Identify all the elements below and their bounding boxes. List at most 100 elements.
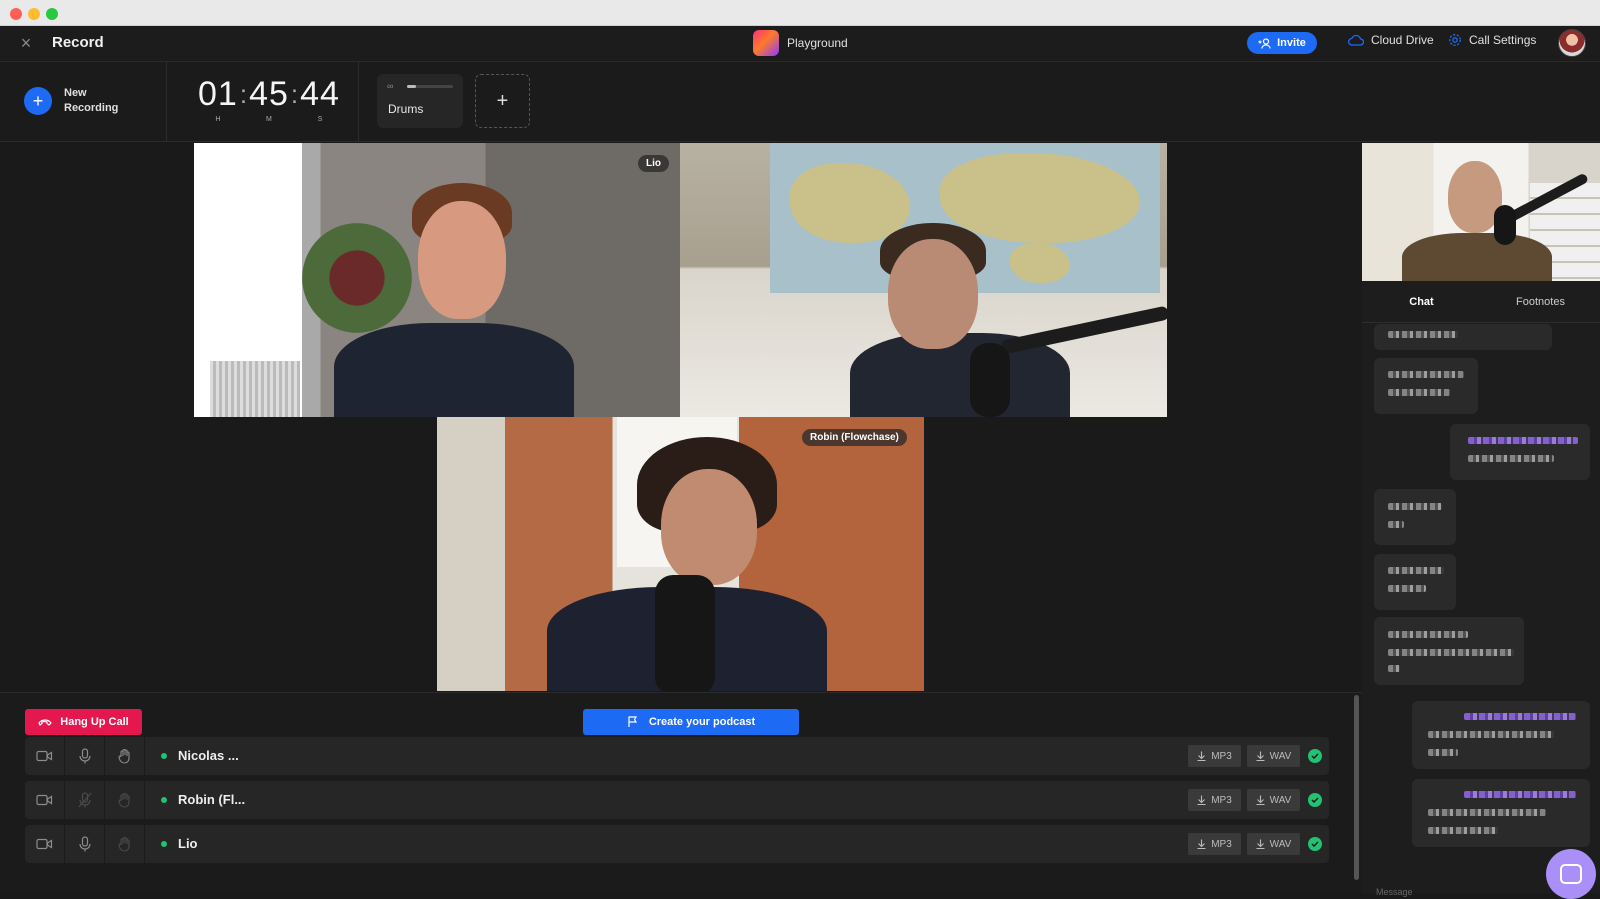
chat-message-own: [1412, 701, 1590, 769]
participant-name: Robin (Fl...: [178, 792, 246, 807]
download-icon: [1197, 751, 1206, 761]
side-tabs: Chat Footnotes: [1362, 281, 1600, 323]
camera-icon: [36, 794, 53, 806]
status-dot: [161, 753, 167, 759]
camera-icon: [36, 838, 53, 850]
microphone-muted-icon: [78, 792, 91, 808]
raise-hand-toggle[interactable]: [105, 737, 145, 775]
camera-toggle[interactable]: [25, 781, 65, 819]
recording-bar: + New Recording 01 H : 45 M : 44 S ∞ Dru…: [0, 62, 1600, 142]
camera-toggle[interactable]: [25, 825, 65, 863]
chat-bubble-icon: [1560, 864, 1582, 884]
video-tile-robin: Robin (Flowchase): [437, 417, 924, 691]
track-level-bar: [407, 85, 453, 88]
timer-seconds: 44 S: [300, 76, 340, 123]
mp3-label: MP3: [1211, 750, 1232, 762]
chat-message: [1374, 489, 1456, 545]
divider: [358, 62, 359, 142]
timer-minutes-label: M: [266, 116, 272, 123]
microphone: [655, 575, 715, 691]
raise-hand-toggle[interactable]: [105, 825, 145, 863]
redacted-text: [1428, 827, 1498, 834]
add-track-button[interactable]: +: [475, 74, 530, 128]
participant-name: Lio: [178, 836, 198, 851]
mp3-label: MP3: [1211, 838, 1232, 850]
redacted-text: [1388, 585, 1426, 592]
person-head: [661, 469, 757, 585]
window-title-bar: [0, 0, 1600, 26]
redacted-text: [1388, 521, 1404, 528]
redacted-text: [1388, 631, 1468, 638]
close-icon[interactable]: ×: [16, 33, 36, 53]
hand-icon: [117, 792, 130, 808]
microphone: [1494, 205, 1516, 245]
call-settings-label: Call Settings: [1469, 33, 1537, 47]
person-head: [418, 201, 506, 319]
timer-hours: 01 H: [198, 76, 238, 123]
recording-timer: 01 H : 45 M : 44 S: [198, 76, 340, 123]
message-input[interactable]: Message: [1376, 887, 1413, 897]
hang-up-label: Hang Up Call: [60, 716, 129, 728]
window-zoom-dot[interactable]: [46, 8, 58, 20]
download-mp3-button[interactable]: MP3: [1188, 833, 1241, 855]
hand-icon: [117, 748, 130, 764]
redacted-text: [1464, 713, 1576, 720]
mic-toggle[interactable]: [65, 781, 105, 819]
page-title: Record: [52, 34, 104, 51]
redacted-text: [1388, 371, 1464, 378]
cloud-drive-link[interactable]: Cloud Drive: [1348, 33, 1434, 47]
download-mp3-button[interactable]: MP3: [1188, 789, 1241, 811]
download-icon: [1197, 795, 1206, 805]
new-recording-button[interactable]: + New Recording: [24, 86, 124, 116]
invite-label: Invite: [1277, 37, 1306, 49]
chat-message-own: [1412, 779, 1590, 847]
tab-footnotes[interactable]: Footnotes: [1481, 281, 1600, 322]
mp3-label: MP3: [1211, 794, 1232, 806]
timer-seconds-value: 44: [300, 75, 340, 113]
camera-icon: [36, 750, 53, 762]
download-wav-button[interactable]: WAV: [1247, 745, 1300, 767]
redacted-text: [1468, 455, 1554, 462]
download-icon: [1256, 751, 1265, 761]
participant-row: Lio MP3 WAV: [25, 825, 1329, 863]
timer-minutes: 45 M: [249, 76, 289, 123]
scrollbar[interactable]: [1354, 695, 1359, 880]
chat-message: [1374, 324, 1552, 350]
status-dot: [161, 841, 167, 847]
radiator: [210, 361, 300, 417]
microphone-icon: [78, 748, 91, 764]
name-tag-robin: Robin (Flowchase): [802, 429, 907, 446]
chat-message-own: [1450, 424, 1590, 480]
redacted-text: [1428, 749, 1458, 756]
check-icon: [1308, 749, 1322, 763]
download-icon: [1256, 839, 1265, 849]
invite-button[interactable]: Invite: [1247, 32, 1317, 54]
tab-chat[interactable]: Chat: [1362, 281, 1481, 322]
call-settings-link[interactable]: Call Settings: [1448, 33, 1536, 47]
download-wav-button[interactable]: WAV: [1247, 833, 1300, 855]
create-podcast-label: Create your podcast: [648, 716, 756, 728]
timer-minutes-value: 45: [249, 75, 289, 113]
window-close-dot[interactable]: [10, 8, 22, 20]
person-head: [888, 239, 978, 349]
chat-panel: Chat Footnotes Message: [1362, 281, 1600, 897]
camera-toggle[interactable]: [25, 737, 65, 775]
mic-toggle[interactable]: [65, 737, 105, 775]
mic-toggle[interactable]: [65, 825, 105, 863]
workspace-logo-icon: [753, 30, 779, 56]
workspace-switcher[interactable]: Playground: [753, 29, 848, 57]
help-chat-button[interactable]: [1546, 849, 1596, 899]
download-mp3-button[interactable]: MP3: [1188, 745, 1241, 767]
plus-icon: +: [24, 87, 52, 115]
window-minimize-dot[interactable]: [28, 8, 40, 20]
redacted-text: [1428, 809, 1546, 816]
download-wav-button[interactable]: WAV: [1247, 789, 1300, 811]
person-body: [1402, 233, 1552, 281]
hang-up-icon: [38, 719, 53, 726]
hang-up-button[interactable]: Hang Up Call: [25, 709, 142, 735]
avatar[interactable]: [1558, 29, 1586, 57]
track-card-drums[interactable]: ∞ Drums: [377, 74, 463, 128]
timer-colon: :: [290, 79, 299, 109]
create-podcast-button[interactable]: Create your podcast: [583, 709, 799, 735]
raise-hand-toggle[interactable]: [105, 781, 145, 819]
